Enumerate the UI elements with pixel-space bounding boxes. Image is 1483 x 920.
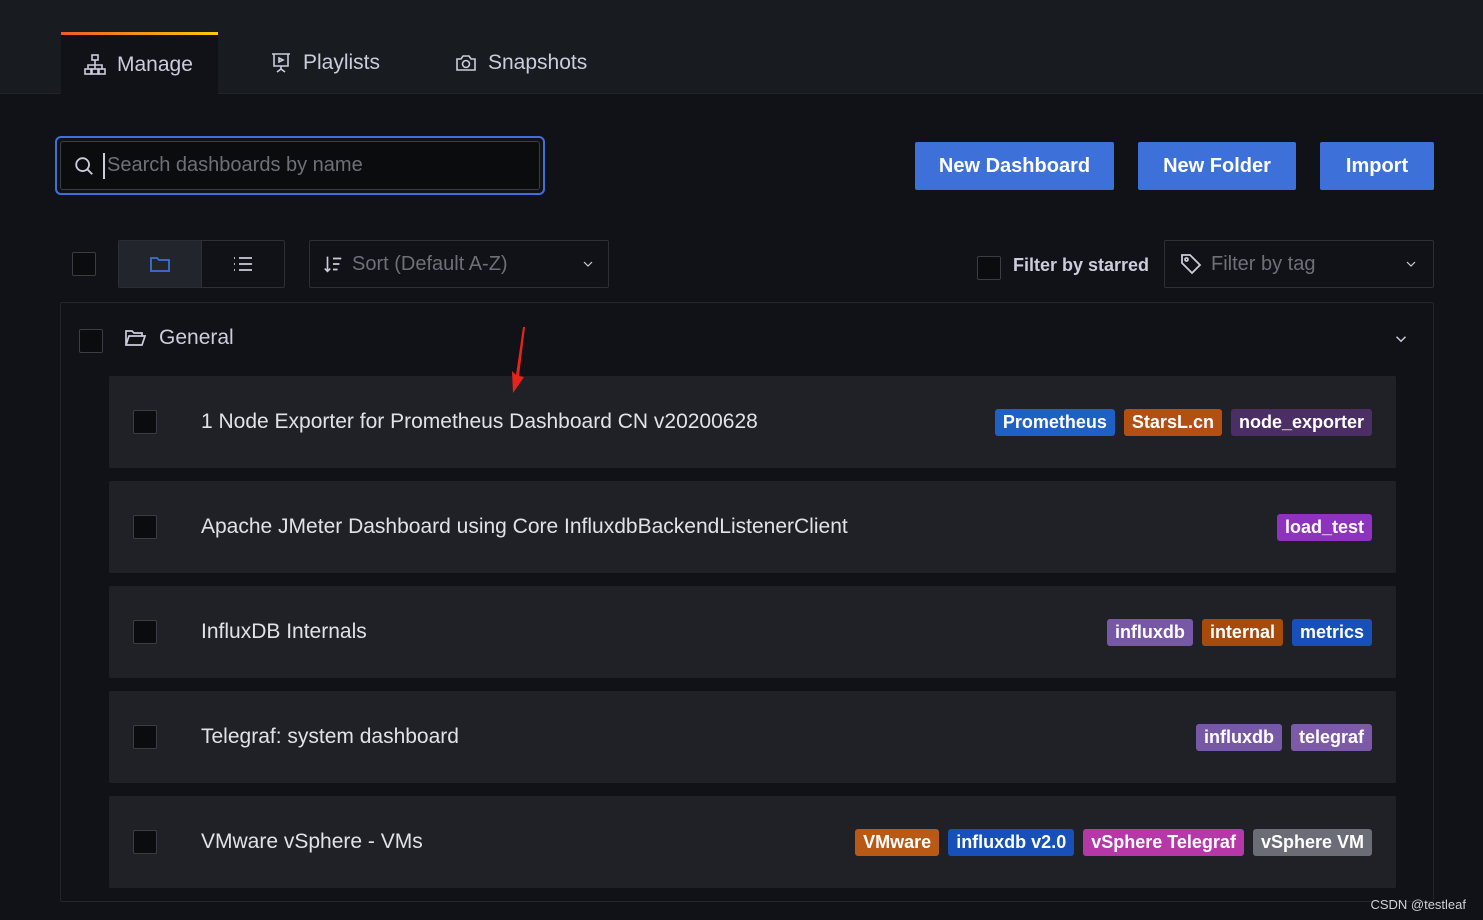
- tab-label: Playlists: [303, 51, 381, 74]
- chevron-down-icon: [1395, 336, 1407, 343]
- folder-header[interactable]: General: [123, 326, 234, 350]
- tab-bar: Manage Playlists Snapshots: [0, 0, 1483, 94]
- row-checkbox[interactable]: [133, 620, 157, 644]
- folder-collapse-toggle[interactable]: [1392, 330, 1410, 353]
- tag-badge[interactable]: metrics: [1291, 619, 1372, 646]
- dashboard-row[interactable]: VMware vSphere - VMs VMware influxdb v2.0…: [109, 796, 1396, 888]
- tab-snapshots[interactable]: Snapshots: [432, 32, 609, 94]
- tag-list: load_test: [1276, 514, 1372, 541]
- filter-starred-checkbox[interactable]: [977, 256, 1001, 280]
- sort-icon: [324, 256, 342, 273]
- tab-label: Snapshots: [488, 51, 588, 74]
- tab-playlists[interactable]: Playlists: [247, 32, 402, 94]
- tag-list: Prometheus StarsL.cn node_exporter: [994, 409, 1372, 436]
- camera-icon: [456, 55, 476, 71]
- tag-badge[interactable]: vSphere VM: [1252, 829, 1372, 856]
- row-checkbox[interactable]: [133, 725, 157, 749]
- tab-label: Manage: [117, 52, 193, 76]
- folder-checkbox[interactable]: [79, 329, 103, 353]
- select-all-checkbox[interactable]: [72, 252, 96, 276]
- tag-badge[interactable]: influxdb: [1106, 619, 1193, 646]
- tag-icon: [1181, 254, 1202, 275]
- row-checkbox[interactable]: [133, 830, 157, 854]
- tag-filter-placeholder: Filter by tag: [1211, 252, 1316, 275]
- tag-badge[interactable]: internal: [1201, 619, 1283, 646]
- annotation-arrow-icon: [512, 327, 525, 393]
- sort-label: Sort (Default A-Z): [352, 252, 508, 275]
- search-field[interactable]: [60, 141, 540, 190]
- tag-badge[interactable]: VMware: [855, 829, 940, 856]
- dashboard-title[interactable]: VMware vSphere - VMs: [201, 830, 423, 854]
- folder-name: General: [159, 326, 234, 349]
- folder-view-button[interactable]: [119, 241, 202, 287]
- search-icon: [75, 156, 93, 175]
- view-mode-toggle: [118, 240, 285, 288]
- folder-open-icon: [124, 330, 147, 346]
- tag-filter-select[interactable]: Filter by tag: [1164, 240, 1434, 288]
- tag-badge[interactable]: node_exporter: [1230, 409, 1372, 436]
- folder-icon: [149, 257, 170, 272]
- sort-select[interactable]: Sort (Default A-Z): [309, 240, 609, 288]
- tab-manage[interactable]: Manage: [61, 32, 218, 94]
- watermark: CSDN @testleaf: [1370, 897, 1466, 912]
- tag-badge[interactable]: telegraf: [1290, 724, 1372, 751]
- tag-list: VMware influxdb v2.0 vSphere Telegraf vSphe…: [855, 829, 1372, 856]
- new-dashboard-button[interactable]: New Dashboard: [915, 142, 1114, 190]
- tag-badge[interactable]: StarsL.cn: [1123, 409, 1222, 436]
- new-folder-button[interactable]: New Folder: [1138, 142, 1296, 190]
- row-checkbox[interactable]: [133, 410, 157, 434]
- import-button[interactable]: Import: [1320, 142, 1434, 190]
- dashboard-row[interactable]: Apache JMeter Dashboard using Core Influ…: [109, 481, 1396, 573]
- dashboard-row[interactable]: InfluxDB Internals influxdb internal metri…: [109, 586, 1396, 678]
- tag-badge[interactable]: Prometheus: [994, 409, 1115, 436]
- chevron-down-icon: [1406, 261, 1416, 267]
- search-box: [55, 136, 545, 195]
- row-checkbox[interactable]: [133, 515, 157, 539]
- tag-badge[interactable]: influxdb v2.0: [948, 829, 1075, 856]
- tag-list: influxdb internal metrics: [1106, 619, 1372, 646]
- dashboard-row[interactable]: Telegraf: system dashboard influxdb teleg…: [109, 691, 1396, 783]
- dashboard-title[interactable]: InfluxDB Internals: [201, 620, 367, 644]
- search-input[interactable]: [103, 152, 539, 179]
- tag-badge[interactable]: load_test: [1276, 514, 1372, 541]
- tag-badge[interactable]: influxdb: [1195, 724, 1282, 751]
- list-view-button[interactable]: [202, 241, 285, 287]
- dashboard-row[interactable]: 1 Node Exporter for Prometheus Dashboard…: [109, 376, 1396, 468]
- dashboard-title[interactable]: 1 Node Exporter for Prometheus Dashboard…: [201, 410, 758, 434]
- filter-starred-label: Filter by starred: [1013, 255, 1150, 275]
- dashboard-title[interactable]: Apache JMeter Dashboard using Core Influ…: [201, 515, 848, 539]
- tag-badge[interactable]: vSphere Telegraf: [1083, 829, 1244, 856]
- chevron-down-icon: [583, 261, 593, 267]
- dashboard-title[interactable]: Telegraf: system dashboard: [201, 725, 459, 749]
- tag-list: influxdb telegraf: [1195, 724, 1372, 751]
- sitemap-icon: [84, 53, 106, 75]
- list-icon: [233, 257, 252, 271]
- presentation-play-icon: [272, 53, 290, 73]
